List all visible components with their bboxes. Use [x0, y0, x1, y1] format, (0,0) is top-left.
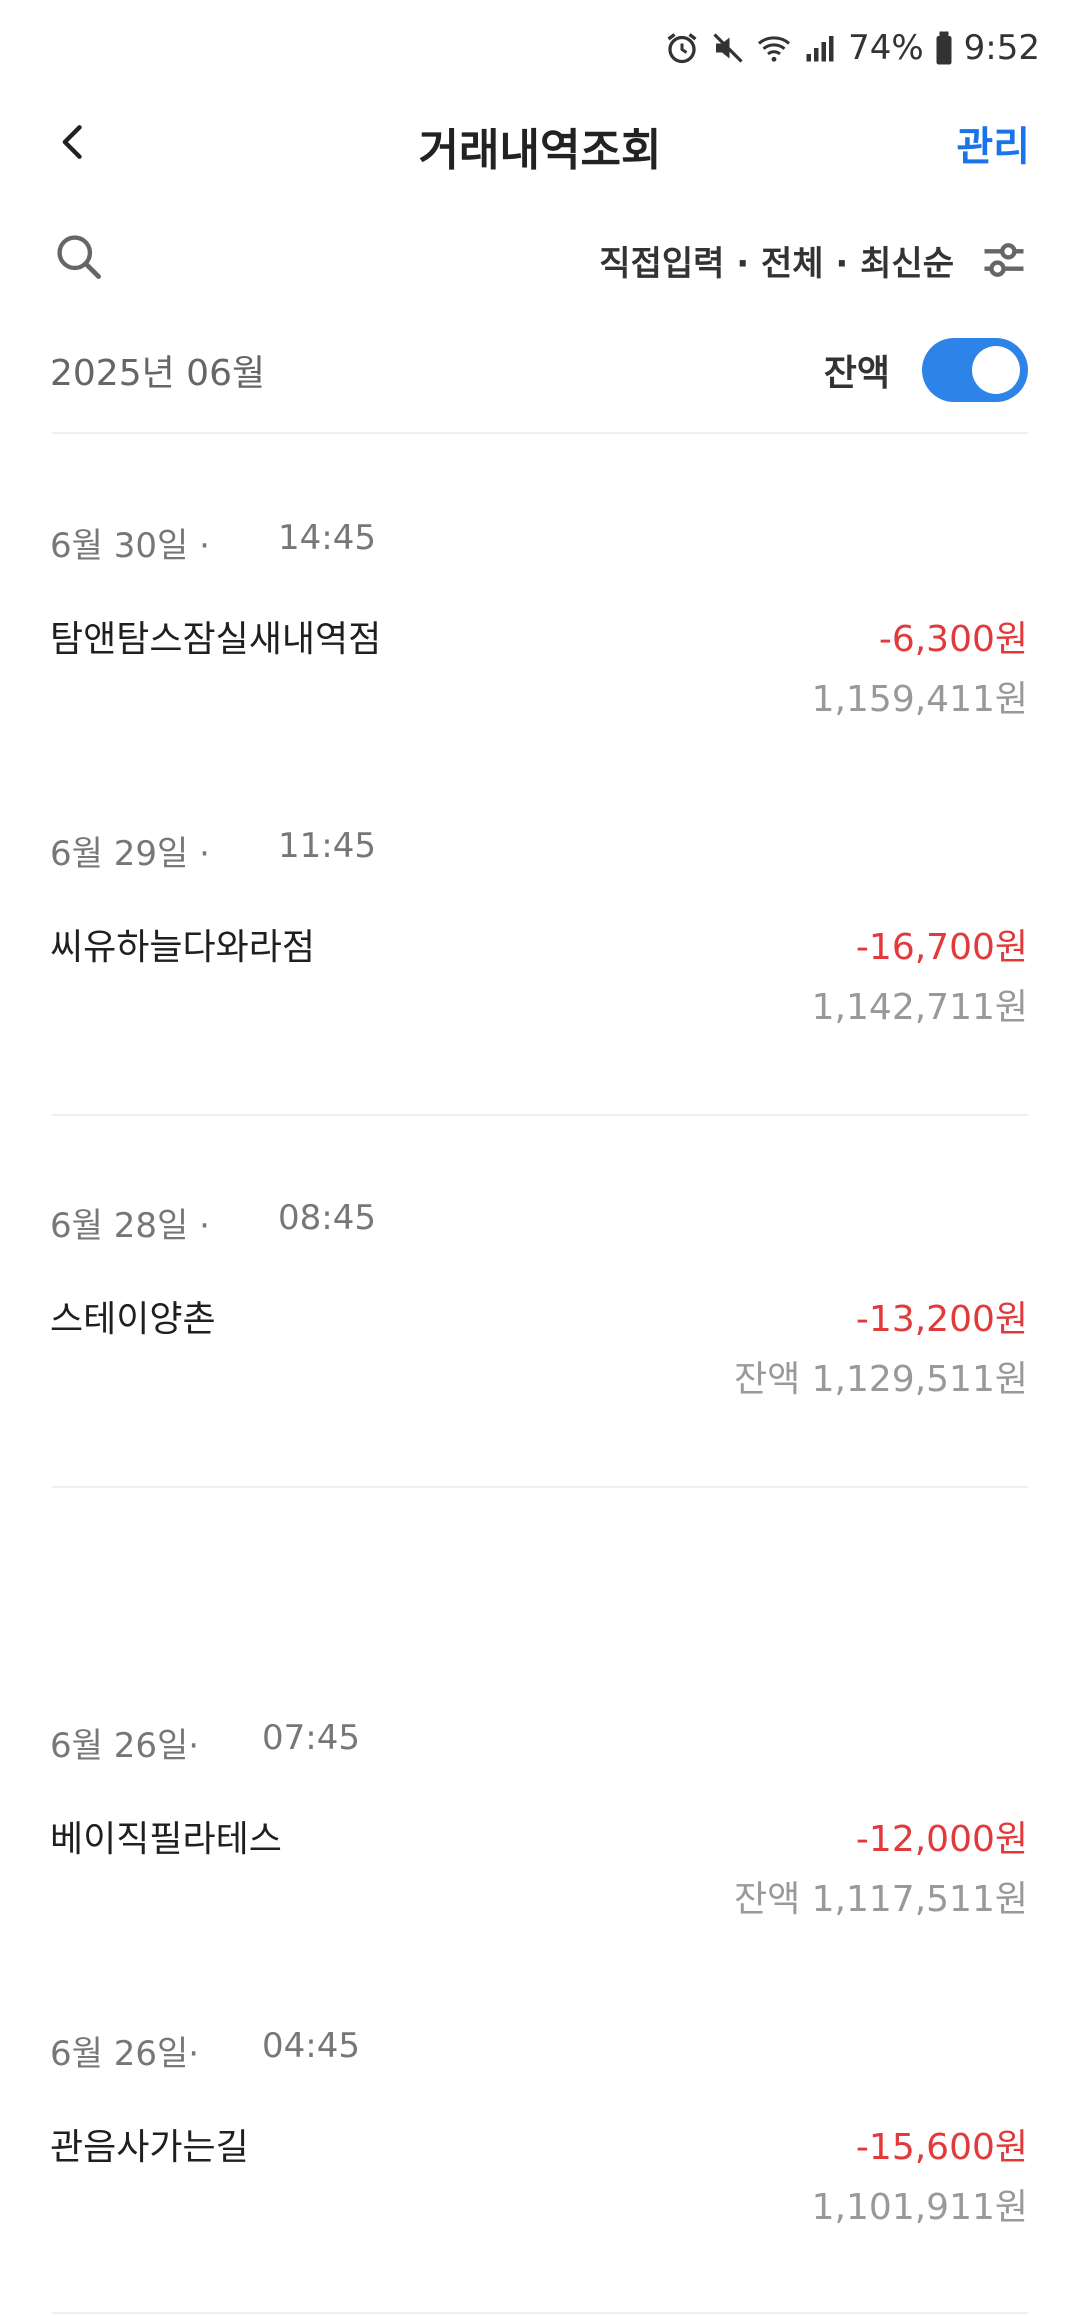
page-title: 거래내역조회 — [418, 125, 662, 176]
txn-date: 6월 29일 · — [50, 834, 210, 874]
txn-balance: 1,142,711원 — [811, 987, 1028, 1028]
txn-time: 11:45 — [278, 826, 376, 866]
manage-button[interactable]: 관리 — [956, 114, 1030, 172]
sliders-icon — [984, 243, 1024, 277]
month-label[interactable]: 2025년 06월 — [50, 344, 265, 396]
toggle-knob — [972, 346, 1020, 394]
transaction-item[interactable]: 6월 30일 · 14:45 탐앤탐스잠실새내역점 -6,300원 1,159,… — [0, 518, 1080, 758]
txn-date: 6월 26일· — [50, 2034, 200, 2074]
txn-amount: -6,300원 — [878, 619, 1028, 660]
signal-icon — [802, 30, 838, 66]
txn-date: 6월 26일· — [50, 1726, 200, 1766]
wifi-icon — [756, 30, 792, 66]
balance-toggle[interactable] — [922, 338, 1028, 402]
month-row: 2025년 06월 잔액 — [0, 330, 1080, 410]
txn-amount: -12,000원 — [855, 1819, 1028, 1860]
app-bar: 거래내역조회 관리 — [0, 96, 1080, 188]
divider — [52, 432, 1028, 434]
txn-date: 6월 28일 · — [50, 1206, 210, 1246]
search-icon — [57, 235, 101, 279]
txn-balance: 잔액 1,117,511원 — [733, 1879, 1028, 1920]
txn-time: 14:45 — [278, 518, 376, 558]
battery-percent: 74% — [848, 28, 924, 68]
filter-summary[interactable]: 직접입력 · 전체 · 최신순 — [599, 236, 954, 285]
search-button[interactable] — [52, 230, 108, 286]
alarm-icon — [664, 30, 700, 66]
txn-balance: 1,101,911원 — [811, 2187, 1028, 2228]
txn-date: 6월 30일 · — [50, 526, 210, 566]
transaction-item[interactable]: 6월 26일· 04:45 관음사가는길 -15,600원 1,101,911원 — [0, 2026, 1080, 2266]
balance-toggle-label: 잔액 — [823, 353, 890, 394]
battery-icon — [934, 30, 954, 66]
txn-amount: -13,200원 — [855, 1299, 1028, 1340]
divider — [52, 1114, 1028, 1116]
txn-amount: -15,600원 — [855, 2127, 1028, 2168]
status-bar: 74% 9:52 — [0, 0, 1080, 96]
txn-amount: -16,700원 — [855, 927, 1028, 968]
txn-balance: 잔액 1,129,511원 — [733, 1359, 1028, 1400]
txn-balance: 1,159,411원 — [811, 679, 1028, 720]
transaction-item[interactable]: 6월 29일 · 11:45 씨유하늘다와라점 -16,700원 1,142,7… — [0, 826, 1080, 1066]
txn-merchant: 베이직필라테스 — [50, 1819, 282, 1860]
txn-time: 08:45 — [278, 1198, 376, 1238]
txn-merchant: 관음사가는길 — [50, 2127, 249, 2168]
filter-settings-button[interactable] — [978, 234, 1034, 290]
clock: 9:52 — [963, 28, 1040, 68]
divider — [52, 1486, 1028, 1488]
txn-time: 04:45 — [262, 2026, 360, 2066]
txn-time: 07:45 — [262, 1718, 360, 1758]
transaction-item[interactable]: 6월 28일 · 08:45 스테이양촌 -13,200원 잔액 1,129,5… — [0, 1198, 1080, 1438]
mute-icon — [710, 30, 746, 66]
transaction-item[interactable]: 6월 26일· 07:45 베이직필라테스 -12,000원 잔액 1,117,… — [0, 1718, 1080, 1958]
filter-row: 직접입력 · 전체 · 최신순 — [0, 222, 1080, 298]
txn-merchant: 스테이양촌 — [50, 1299, 216, 1340]
status-icons: 74% 9:52 — [664, 26, 1040, 70]
divider — [52, 2312, 1028, 2314]
txn-merchant: 씨유하늘다와라점 — [50, 927, 315, 968]
txn-merchant: 탐앤탐스잠실새내역점 — [50, 619, 382, 660]
